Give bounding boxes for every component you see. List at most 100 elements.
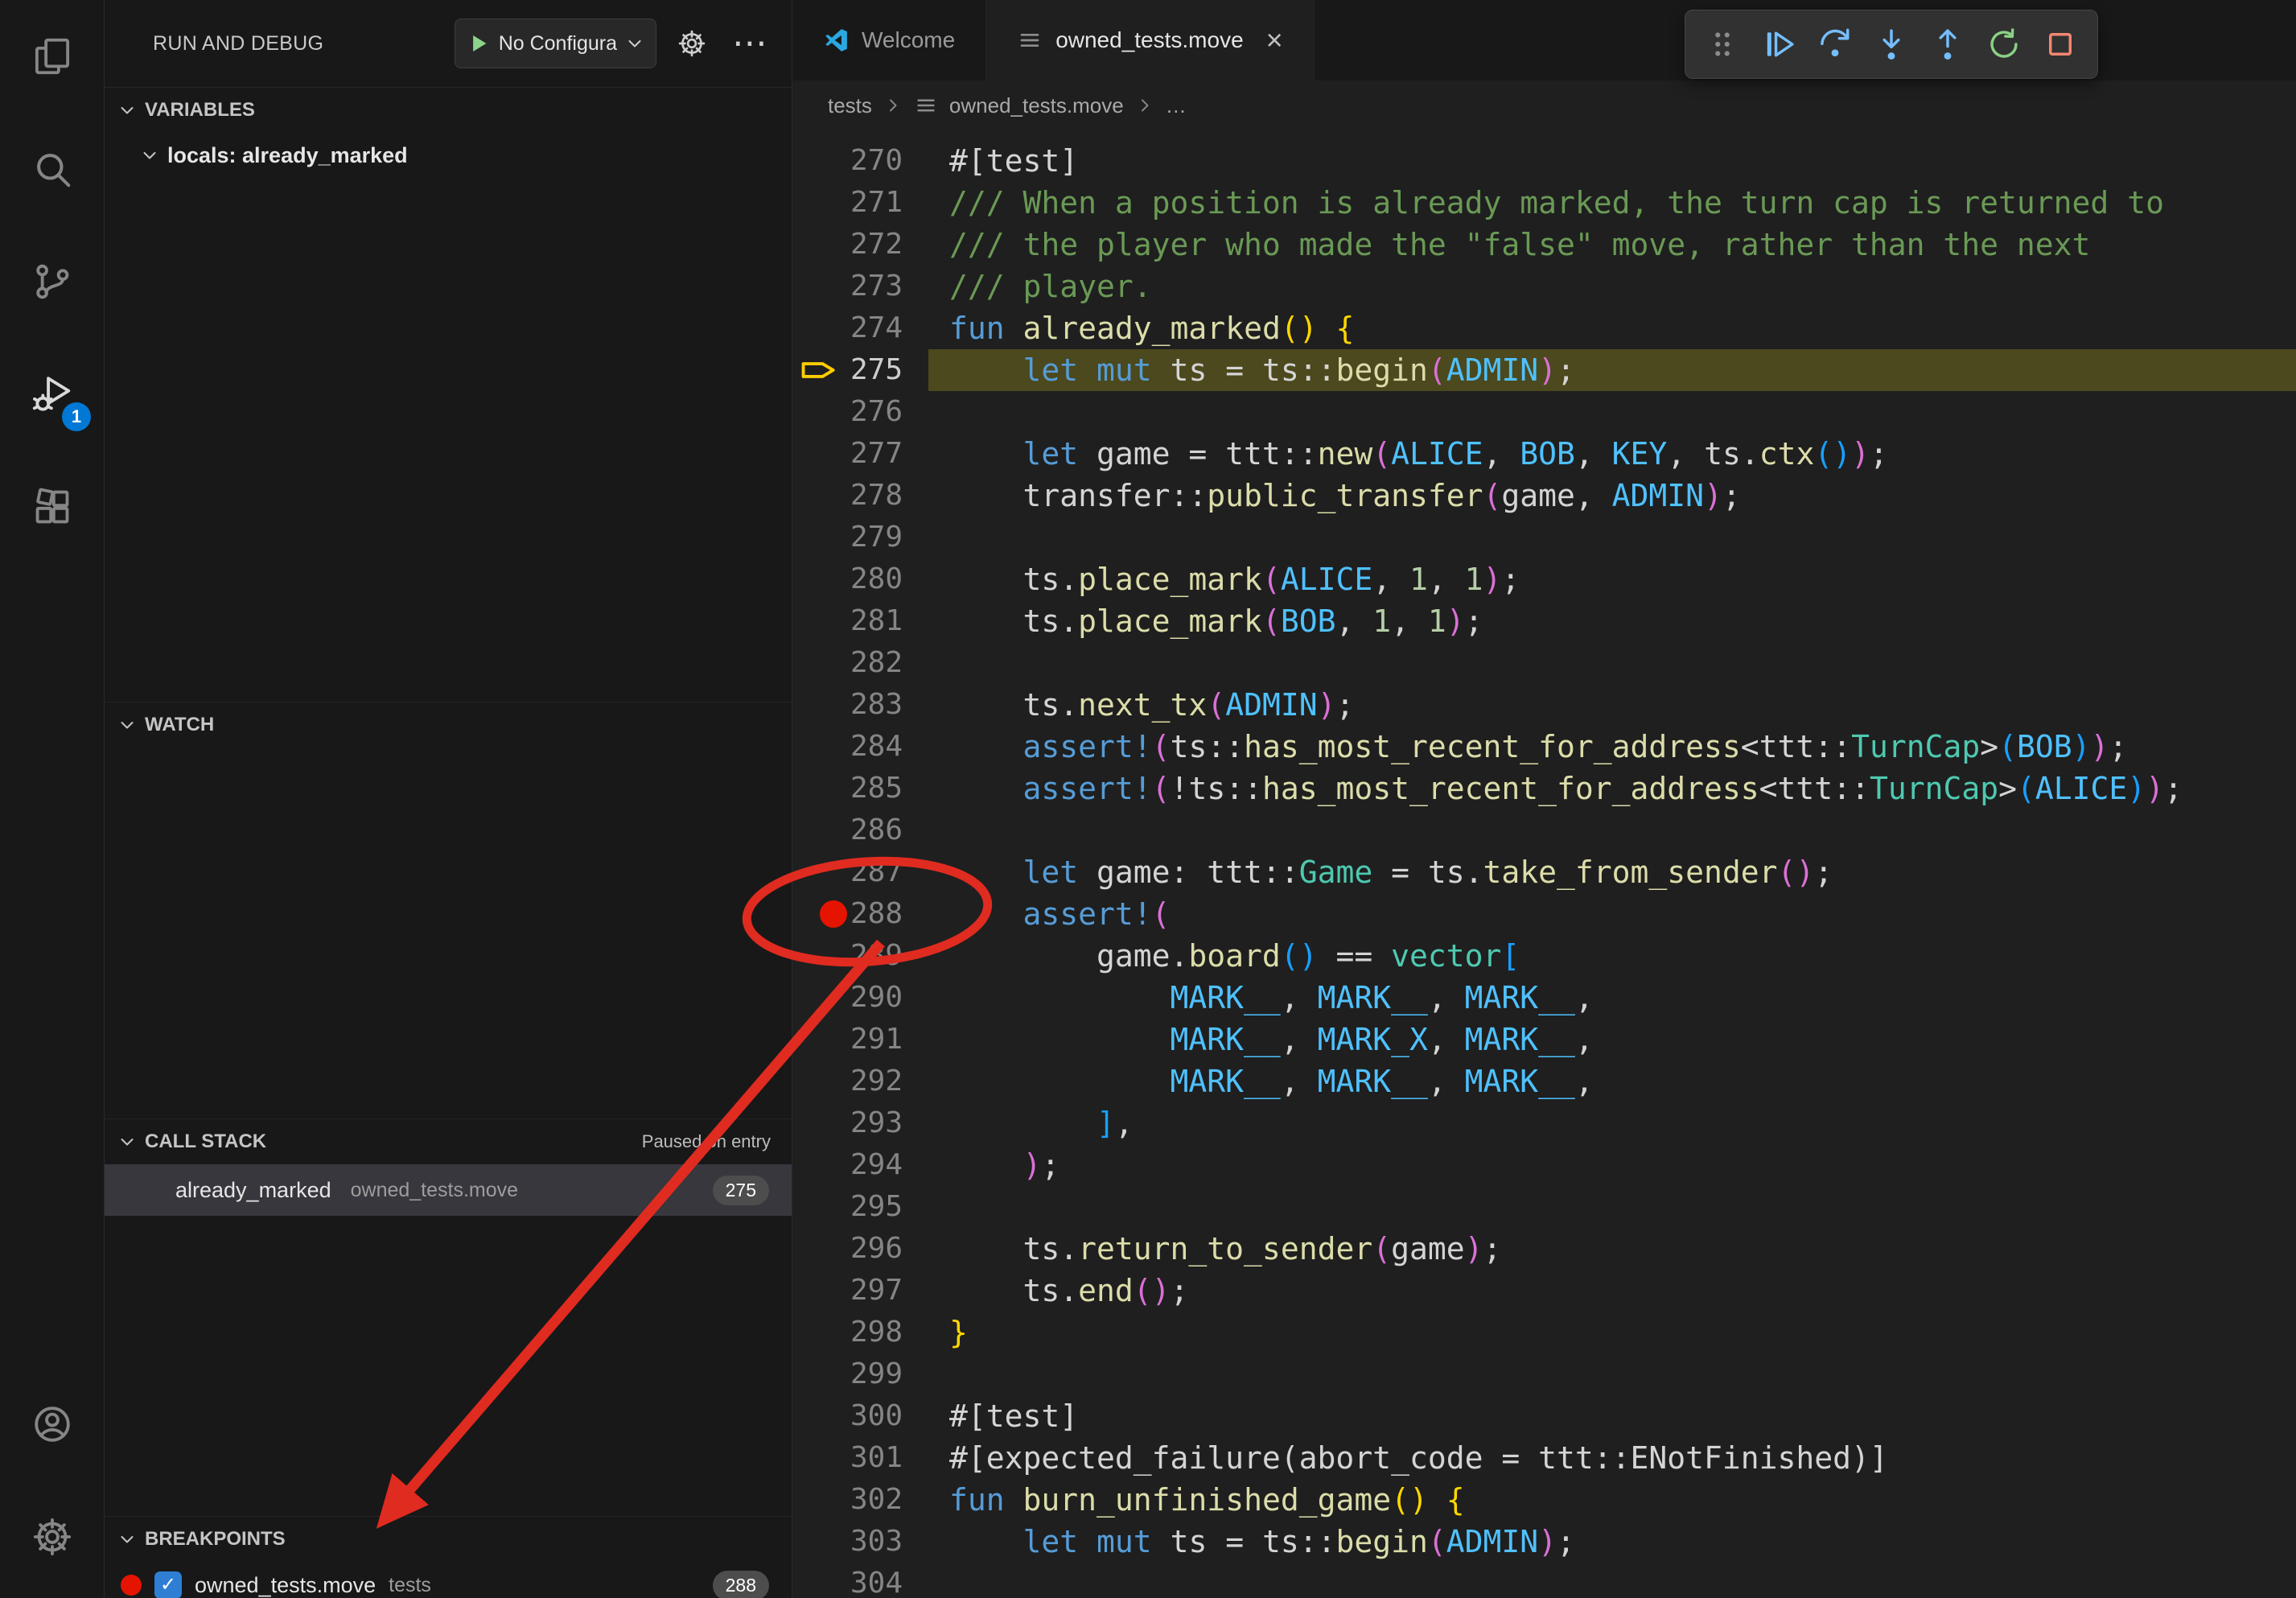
code-line-content: [949, 1563, 2296, 1598]
code-line-303[interactable]: 303 let mut ts = ts::begin(ADMIN);: [792, 1521, 2296, 1563]
code-line-content: /// player.: [949, 266, 2296, 307]
breakpoints-header[interactable]: BREAKPOINTS: [105, 1517, 792, 1562]
code-line-276[interactable]: 276: [792, 391, 2296, 433]
code-line-300[interactable]: 300 #[test]: [792, 1395, 2296, 1437]
line-number: 280: [850, 562, 903, 595]
debug-step-into-icon: [1873, 26, 1910, 63]
code-line-304[interactable]: 304: [792, 1563, 2296, 1598]
call-stack-frame[interactable]: already_marked owned_tests.move 275: [105, 1164, 792, 1216]
activity-bar-item-settings[interactable]: [0, 1481, 104, 1593]
code-line-content: MARK__, MARK_X, MARK__,: [949, 1019, 2296, 1061]
code-line-273[interactable]: 273 /// player.: [792, 266, 2296, 307]
gear-icon: [677, 28, 707, 59]
sidebar-title: RUN AND DEBUG: [153, 32, 323, 56]
breadcrumb-item[interactable]: …: [1166, 93, 1187, 118]
code-line-content: assert!(!ts::has_most_recent_for_address…: [949, 768, 2296, 809]
code-line-301[interactable]: 301 #[expected_failure(abort_code = ttt:…: [792, 1437, 2296, 1479]
code-line-290[interactable]: 290 MARK__, MARK__, MARK__,: [792, 977, 2296, 1019]
more-actions-button[interactable]: ⋯: [727, 21, 772, 66]
activity-bar-item-account[interactable]: [0, 1368, 104, 1481]
code-line-279[interactable]: 279: [792, 517, 2296, 558]
code-line-270[interactable]: 270 #[test]: [792, 140, 2296, 182]
watch-header[interactable]: WATCH: [105, 702, 792, 748]
gutter: 286: [792, 809, 949, 851]
code-line-284[interactable]: 284 assert!(ts::has_most_recent_for_addr…: [792, 726, 2296, 768]
code-line-297[interactable]: 297 ts.end();: [792, 1270, 2296, 1312]
continue-button[interactable]: [1753, 19, 1804, 70]
line-number: 296: [850, 1232, 903, 1265]
chevron-down-icon: [117, 1132, 137, 1151]
breakpoint-checkbox[interactable]: ✓: [154, 1571, 182, 1598]
debug-continue-icon: [1760, 26, 1797, 63]
code-line-298[interactable]: 298 }: [792, 1312, 2296, 1353]
config-label: No Configura: [499, 32, 617, 56]
breakpoint-file: owned_tests.move: [195, 1573, 376, 1598]
vscode-window: 1 RUN AND DEBUG No Configura ⋯ VARIABLES: [0, 0, 2296, 1598]
line-number: 283: [850, 688, 903, 721]
variables-header[interactable]: VARIABLES: [105, 88, 792, 133]
stop-button[interactable]: [2035, 19, 2086, 70]
code-line-280[interactable]: 280 ts.place_mark(ALICE, 1, 1);: [792, 558, 2296, 600]
step-out-button[interactable]: [1922, 19, 1973, 70]
code-line-302[interactable]: 302 fun burn_unfinished_game() {: [792, 1479, 2296, 1521]
code-line-299[interactable]: 299: [792, 1353, 2296, 1395]
debug-settings-button[interactable]: [669, 21, 714, 66]
step-over-button[interactable]: [1809, 19, 1861, 70]
gutter: 274: [792, 307, 949, 349]
close-icon[interactable]: ×: [1266, 26, 1283, 55]
code-line-content: [949, 391, 2296, 433]
code-line-283[interactable]: 283 ts.next_tx(ADMIN);: [792, 684, 2296, 726]
activity-bar-item-extensions[interactable]: [0, 451, 104, 563]
activity-bar-item-explorer[interactable]: [0, 0, 104, 113]
files-icon: [31, 35, 74, 78]
tab-welcome[interactable]: Welcome: [792, 0, 986, 80]
code-line-289[interactable]: 289 game.board() == vector[: [792, 935, 2296, 977]
code-line-275[interactable]: 275 let mut ts = ts::begin(ADMIN);: [792, 349, 2296, 391]
start-debugging-icon[interactable]: [467, 31, 491, 56]
breakpoint-icon[interactable]: [820, 900, 847, 928]
gutter: 288: [792, 893, 949, 935]
call-stack-label: CALL STACK: [145, 1131, 266, 1153]
debug-config-dropdown[interactable]: No Configura: [455, 19, 656, 68]
code-line-287[interactable]: 287 let game: ttt::Game = ts.take_from_s…: [792, 851, 2296, 893]
code-line-277[interactable]: 277 let game = ttt::new(ALICE, BOB, KEY,…: [792, 433, 2296, 475]
code-line-294[interactable]: 294 );: [792, 1144, 2296, 1186]
code-line-288[interactable]: 288 assert!(: [792, 893, 2296, 935]
code-line-272[interactable]: 272 /// the player who made the "false" …: [792, 224, 2296, 266]
code-line-278[interactable]: 278 transfer::public_transfer(game, ADMI…: [792, 475, 2296, 517]
code-line-274[interactable]: 274 fun already_marked() {: [792, 307, 2296, 349]
activity-bar-item-source-control[interactable]: [0, 225, 104, 338]
debug-session-badge: 1: [62, 402, 91, 431]
gutter: 296: [792, 1228, 949, 1270]
activity-bar-item-search[interactable]: [0, 113, 104, 225]
drag-handle-button[interactable]: [1697, 19, 1748, 70]
debug-toolbar[interactable]: [1685, 10, 2098, 79]
variables-scope-row[interactable]: locals: already_marked: [105, 133, 792, 178]
code-line-281[interactable]: 281 ts.place_mark(BOB, 1, 1);: [792, 600, 2296, 642]
activity-bar: 1: [0, 0, 105, 1598]
chevron-down-icon: [117, 1530, 137, 1549]
code-line-292[interactable]: 292 MARK__, MARK__, MARK__,: [792, 1061, 2296, 1102]
line-number: 277: [850, 437, 903, 470]
call-stack-header[interactable]: CALL STACK Paused on entry: [105, 1119, 792, 1164]
code-line-286[interactable]: 286: [792, 809, 2296, 851]
breadcrumb-item[interactable]: owned_tests.move: [949, 93, 1124, 118]
step-into-button[interactable]: [1866, 19, 1917, 70]
restart-button[interactable]: [1978, 19, 2030, 70]
code-line-285[interactable]: 285 assert!(!ts::has_most_recent_for_add…: [792, 768, 2296, 809]
code-line-295[interactable]: 295: [792, 1186, 2296, 1228]
activity-bar-item-run-debug[interactable]: 1: [0, 338, 104, 451]
code-line-296[interactable]: 296 ts.return_to_sender(game);: [792, 1228, 2296, 1270]
gutter: 303: [792, 1521, 949, 1563]
code-line-content: fun burn_unfinished_game() {: [949, 1479, 2296, 1521]
code-line-271[interactable]: 271 /// When a position is already marke…: [792, 182, 2296, 224]
line-number: 301: [850, 1441, 903, 1474]
breakpoint-row[interactable]: ✓ owned_tests.move tests 288: [105, 1562, 792, 1598]
code-line-291[interactable]: 291 MARK__, MARK_X, MARK__,: [792, 1019, 2296, 1061]
code-line-content: game.board() == vector[: [949, 935, 2296, 977]
tab-owned-tests-move[interactable]: owned_tests.move ×: [986, 0, 1315, 80]
code-line-282[interactable]: 282: [792, 642, 2296, 684]
breakpoints-label: BREAKPOINTS: [145, 1528, 286, 1551]
code-line-293[interactable]: 293 ],: [792, 1102, 2296, 1144]
breadcrumb-item[interactable]: tests: [828, 93, 872, 118]
